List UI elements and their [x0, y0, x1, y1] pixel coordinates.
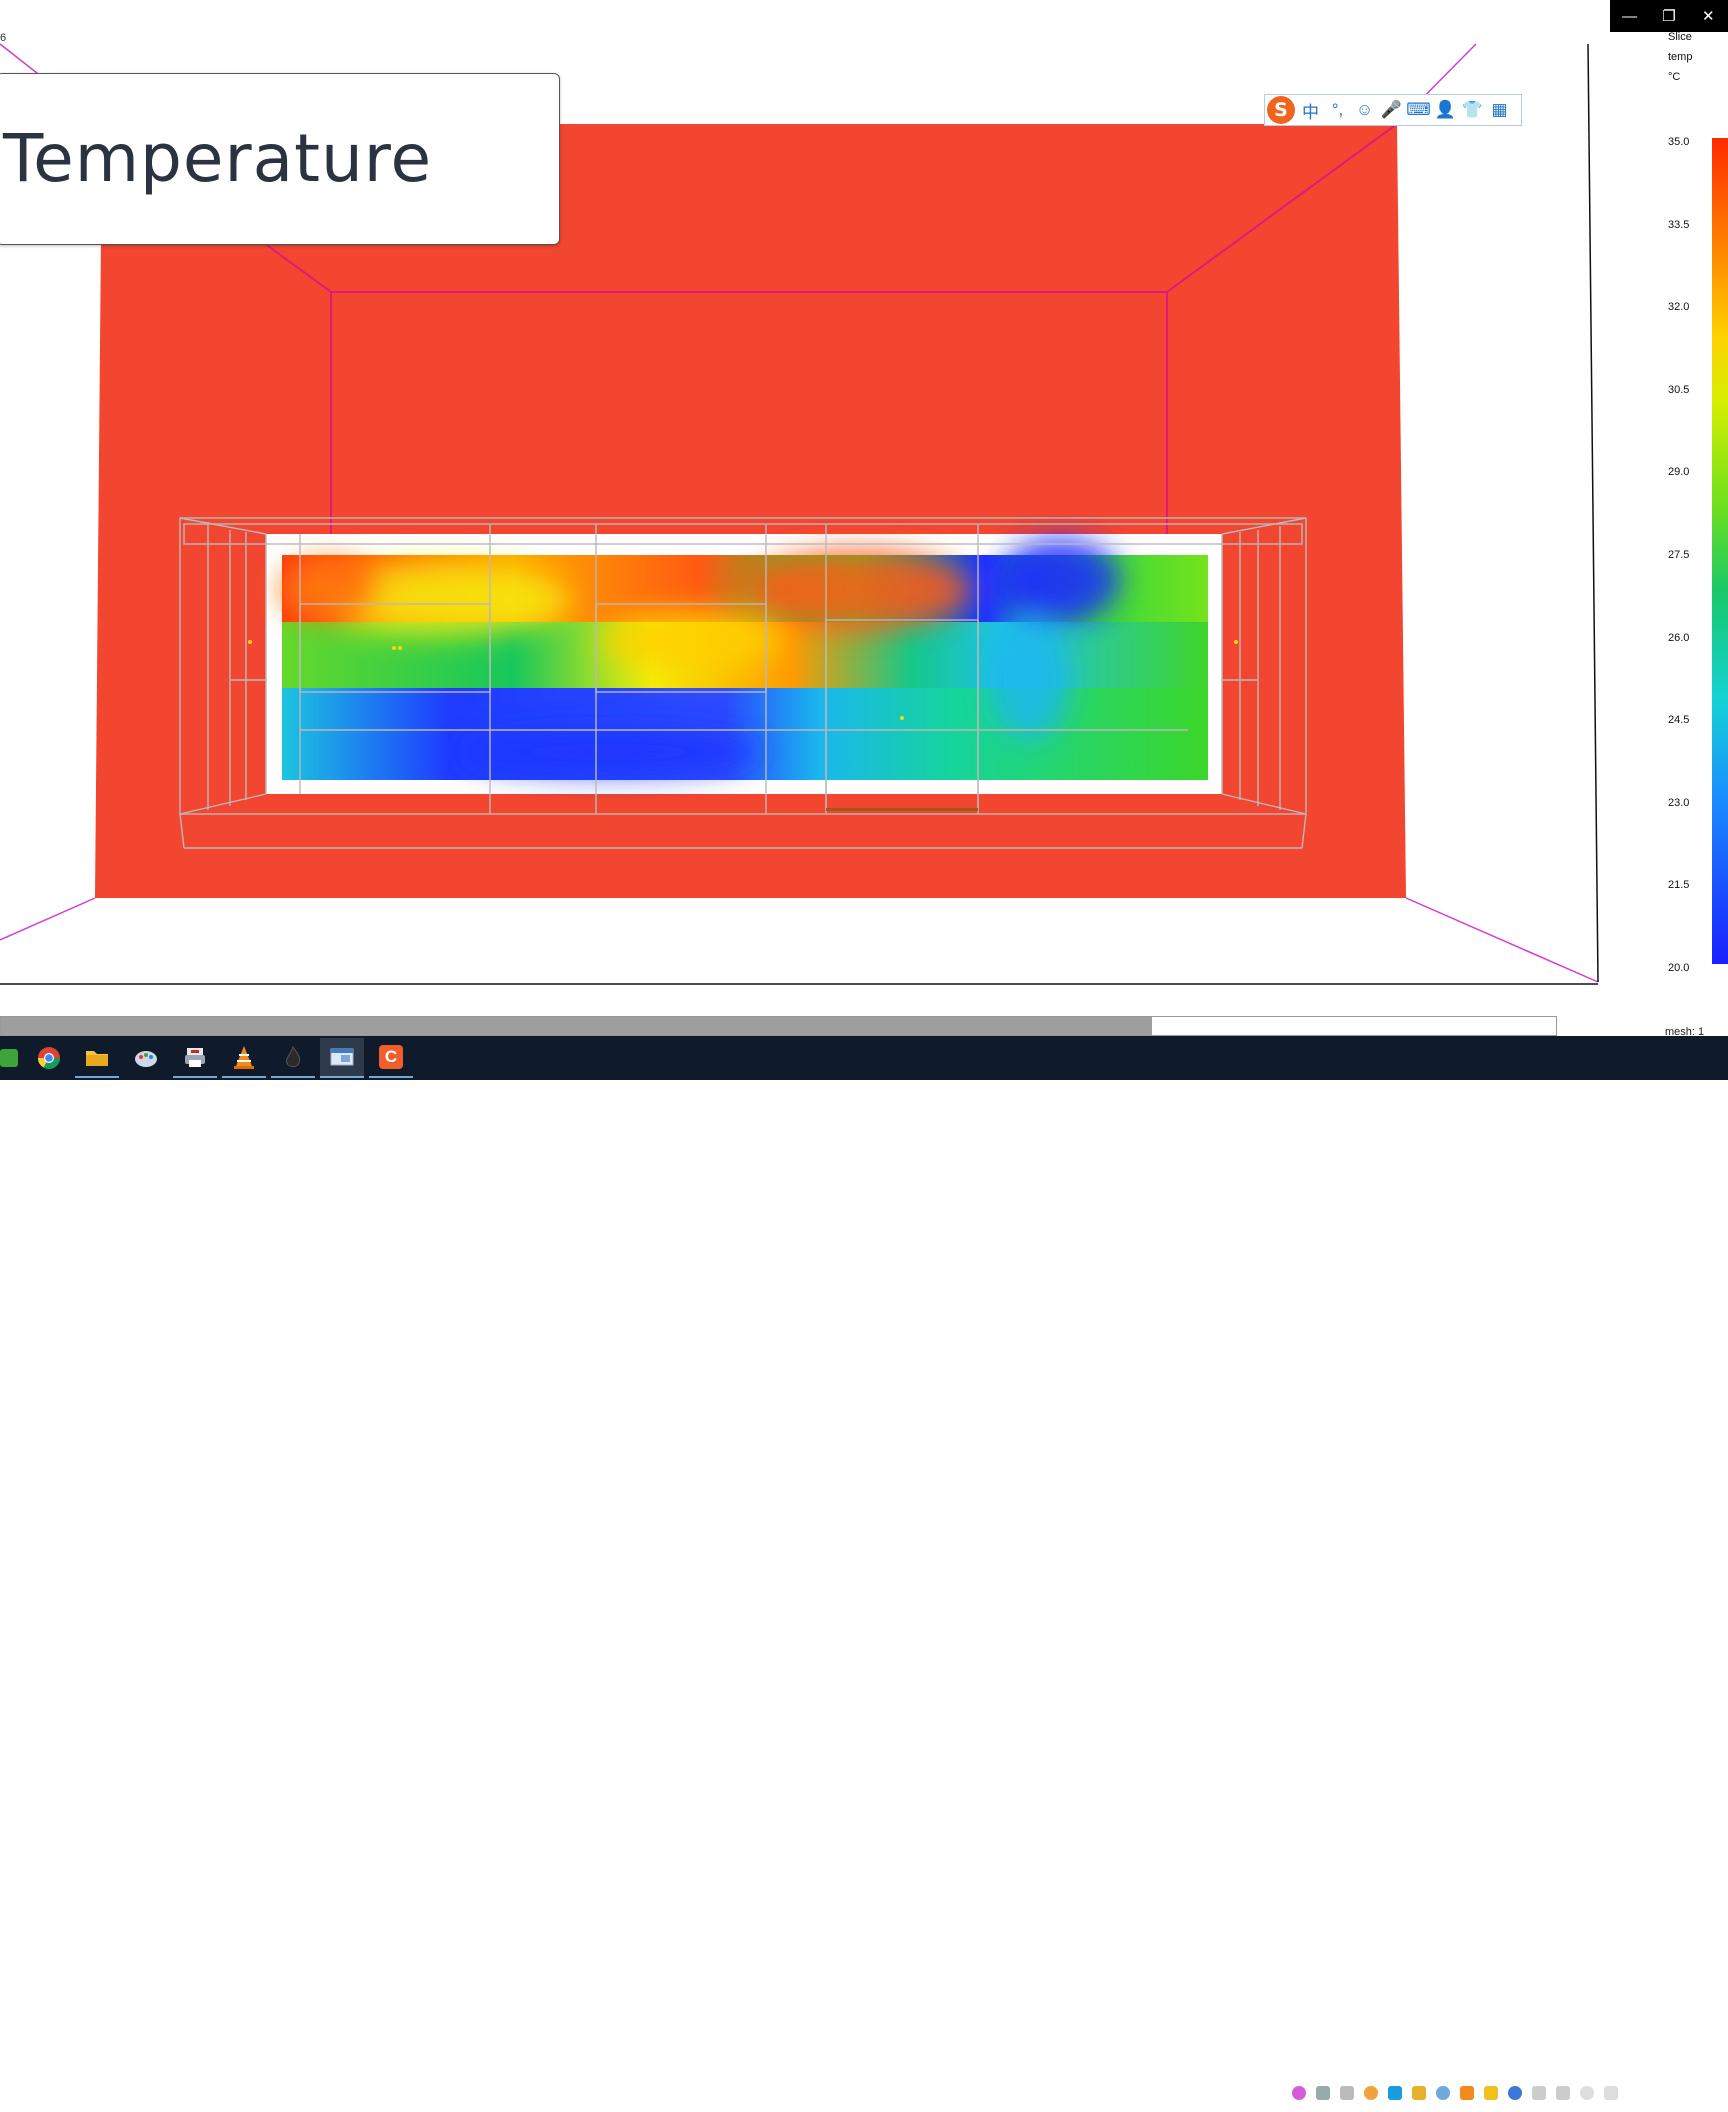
legend-tick-label: 33.5 — [1668, 218, 1690, 231]
restore-button[interactable]: ❐ — [1649, 0, 1688, 32]
clock[interactable]: 13:01 03/12/2018 — [1618, 2078, 1694, 2112]
folder-icon — [86, 1051, 108, 1066]
printer-icon — [185, 1048, 205, 1067]
folder-tray-icon — [1412, 2086, 1426, 2100]
camera-icon — [1340, 2086, 1354, 2100]
taskbar: C 13:01 03/12/2018 — [0, 1036, 1728, 2109]
shield-box-tray-button[interactable] — [1360, 2082, 1382, 2104]
taskbar-app-window[interactable] — [320, 1038, 364, 1078]
paint-icon — [135, 1051, 157, 1067]
temperature-contour-field — [280, 538, 1208, 780]
network-icon — [1580, 2086, 1594, 2100]
green-app-icon — [0, 1049, 18, 1067]
legend-tick-label: 26.0 — [1668, 631, 1690, 644]
taskbar-app-printer[interactable] — [173, 1038, 217, 1078]
clock-date: 03/12/2018 — [1628, 2097, 1684, 2109]
keyboard-icon[interactable]: ⌨ — [1405, 95, 1432, 125]
window-corner-fragment: 6 — [0, 32, 7, 44]
legend-tick-label: 21.5 — [1668, 879, 1690, 892]
legend-tick-label: 32.0 — [1668, 301, 1690, 314]
fire-icon — [286, 1045, 300, 1068]
network-share-icon — [1436, 2086, 1450, 2100]
sogou-logo-icon: S — [1267, 96, 1295, 124]
volume-icon — [1604, 2086, 1618, 2100]
wifi-off-icon — [1556, 2086, 1570, 2100]
punctuation-icon[interactable]: °, — [1324, 95, 1351, 125]
ime-logo[interactable]: S — [1265, 94, 1297, 126]
taskbar-app-file-explorer[interactable] — [75, 1038, 119, 1078]
ghost-icon — [1316, 2086, 1330, 2100]
vlc-tray-icon — [1460, 2086, 1474, 2100]
chrome-icon — [38, 1047, 60, 1069]
microphone-icon[interactable]: 🎤 — [1378, 95, 1405, 125]
wifi-off-tray-button[interactable] — [1552, 2082, 1574, 2104]
taskbar-app-fire[interactable] — [271, 1038, 315, 1078]
color-wheel-tray-button[interactable] — [1288, 2082, 1310, 2104]
camera-tray-button[interactable] — [1336, 2082, 1358, 2104]
taskbar-app-paint[interactable] — [124, 1038, 168, 1078]
legend-tick-label: 35.0 — [1668, 136, 1690, 148]
door-threshold — [826, 808, 978, 811]
window-controls: — ❐ ✕ — [1610, 0, 1728, 32]
visualization-viewport[interactable]: 6 Temperature — ❐ ✕ S 中 °, ☺ 🎤 ⌨ 👤 👕 ▦ Slice te… — [0, 0, 1728, 1038]
usb-tray-button[interactable] — [1528, 2082, 1550, 2104]
toolbox-grid-icon[interactable]: ▦ — [1486, 95, 1513, 125]
legend-tick-label: 29.0 — [1668, 466, 1690, 479]
skin-shirt-icon[interactable]: 👕 — [1459, 95, 1486, 125]
system-tray — [1288, 2082, 1622, 2104]
legend-header-slice: Slice — [1668, 31, 1692, 43]
legend-tick-label: 27.5 — [1668, 549, 1690, 561]
skype-icon — [1388, 2086, 1402, 2100]
defender-icon — [1508, 2086, 1522, 2100]
legend-color-bar — [1712, 138, 1728, 964]
java-icon — [1484, 2086, 1498, 2100]
java-tray-button[interactable] — [1480, 2082, 1502, 2104]
notification-icon — [1703, 2086, 1721, 2103]
folder-tray-tray-button[interactable] — [1408, 2082, 1430, 2104]
skype-tray-button[interactable] — [1384, 2082, 1406, 2104]
c-app-icon: C — [379, 1045, 403, 1069]
vlc-tray-tray-button[interactable] — [1456, 2082, 1478, 2104]
network-tray-button[interactable] — [1576, 2082, 1598, 2104]
legend-tick-label: 23.0 — [1668, 796, 1690, 809]
emoji-icon[interactable]: ☺ — [1351, 95, 1378, 125]
taskbar-app-chrome[interactable] — [27, 1038, 71, 1078]
legend-tick-label: 30.5 — [1668, 383, 1690, 396]
legend-header-unit: °C — [1668, 71, 1681, 83]
progress-bar[interactable] — [0, 1016, 1557, 1036]
defender-tray-button[interactable] — [1504, 2082, 1526, 2104]
legend-header-quantity: temp — [1668, 51, 1693, 63]
user-icon[interactable]: 👤 — [1432, 95, 1459, 125]
legend-tick-label: 24.5 — [1668, 714, 1690, 727]
clock-time: 13:01 — [1642, 2080, 1670, 2092]
vlc-cone-icon — [234, 1046, 254, 1069]
ime-toolbar: S 中 °, ☺ 🎤 ⌨ 👤 👕 ▦ — [1264, 94, 1522, 126]
chinese-mode-icon[interactable]: 中 — [1297, 95, 1324, 125]
taskbar-app-green[interactable] — [0, 1038, 30, 1078]
shield-box-icon — [1364, 2086, 1378, 2100]
ghost-tray-button[interactable] — [1312, 2082, 1334, 2104]
title-text: Temperature — [3, 120, 433, 197]
color-wheel-icon — [1292, 2086, 1306, 2100]
taskbar-app-vlc[interactable] — [222, 1038, 266, 1078]
close-button[interactable]: ✕ — [1689, 0, 1728, 32]
legend-tick-label: 20.0 — [1668, 962, 1690, 974]
minimize-button[interactable]: — — [1610, 0, 1649, 32]
title-overlay-card: Temperature — [0, 73, 560, 245]
network-share-tray-button[interactable] — [1432, 2082, 1454, 2104]
action-center-button[interactable] — [1700, 2082, 1724, 2106]
window-icon — [330, 1048, 354, 1066]
usb-icon — [1532, 2086, 1546, 2100]
taskbar-app-c[interactable]: C — [369, 1038, 413, 1078]
progress-fill — [1, 1017, 1152, 1035]
